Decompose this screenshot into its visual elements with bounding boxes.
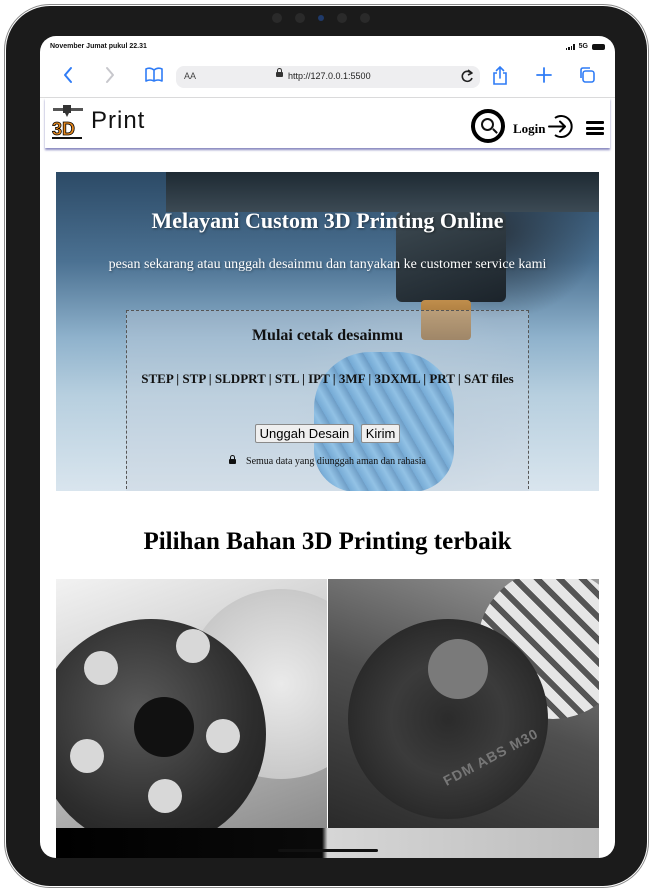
- hero-subtitle: pesan sekarang atau unggah desainmu dan …: [108, 257, 547, 272]
- share-icon[interactable]: [492, 65, 508, 91]
- screen: November Jumat pukul 22.31 5G AA http://…: [40, 36, 615, 858]
- bookmarks-icon[interactable]: [144, 66, 164, 89]
- upload-actions: Unggah Desain Kirim: [127, 424, 528, 443]
- reload-icon[interactable]: [460, 68, 474, 87]
- upload-design-button[interactable]: Unggah Desain: [254, 424, 355, 443]
- secure-note: Semua data yang diunggah aman dan rahasi…: [127, 455, 528, 467]
- front-camera: [272, 13, 370, 23]
- signal-icon: [565, 43, 575, 50]
- tabs-icon[interactable]: [578, 66, 596, 89]
- supported-file-types: STEP | STP | SLDPRT | STL | IPT | 3MF | …: [141, 371, 514, 386]
- menu-icon[interactable]: [586, 121, 604, 135]
- svg-text:3D: 3D: [52, 119, 75, 139]
- network-label: 5G: [578, 43, 588, 50]
- material-image-row-2: [56, 828, 599, 858]
- text-size-button[interactable]: AA: [184, 71, 196, 81]
- logo-text[interactable]: Print: [91, 107, 145, 135]
- secure-note-text: Semua data yang diunggah aman dan rahasi…: [246, 456, 426, 467]
- hero-title: Melayani Custom 3D Printing Online: [151, 208, 504, 233]
- upload-title: Mulai cetak desainmu: [251, 327, 404, 344]
- site-header: 3D Print Login: [45, 98, 610, 148]
- logo-icon[interactable]: 3D: [51, 102, 85, 140]
- status-time: November Jumat pukul 22.31: [50, 43, 147, 50]
- login-link[interactable]: Login: [513, 121, 546, 137]
- materials-gallery: FDM ABS M30: [56, 579, 599, 858]
- address-bar[interactable]: AA http://127.0.0.1:5500: [176, 66, 480, 88]
- lock-icon: [229, 455, 237, 464]
- new-tab-icon[interactable]: [536, 66, 552, 89]
- browser-toolbar: AA http://127.0.0.1:5500: [40, 58, 615, 96]
- material-image-abs-part[interactable]: FDM ABS M30: [328, 579, 599, 828]
- back-icon[interactable]: [62, 66, 74, 89]
- forward-icon[interactable]: [104, 66, 116, 89]
- lock-icon: [276, 68, 283, 77]
- login-arrow-icon[interactable]: [548, 113, 575, 140]
- battery-icon: [592, 43, 605, 50]
- url-text[interactable]: http://127.0.0.1:5500: [288, 71, 371, 81]
- materials-section-title: Pilihan Bahan 3D Printing terbaik: [143, 528, 512, 555]
- material-image-spool[interactable]: [56, 579, 327, 828]
- home-indicator[interactable]: [278, 849, 378, 852]
- status-bar: November Jumat pukul 22.31 5G: [50, 40, 605, 54]
- hero-banner: Melayani Custom 3D Printing Online pesan…: [56, 172, 599, 491]
- search-icon[interactable]: [471, 109, 505, 143]
- submit-button[interactable]: Kirim: [360, 424, 401, 443]
- hero-image-printer-rail: [166, 172, 599, 212]
- upload-panel: Mulai cetak desainmu STEP | STP | SLDPRT…: [126, 310, 529, 491]
